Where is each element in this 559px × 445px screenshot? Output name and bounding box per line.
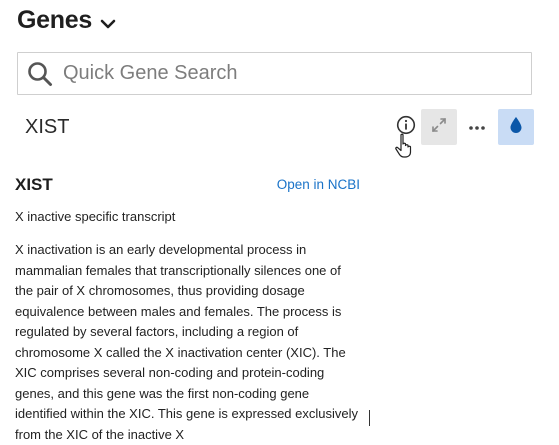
selected-gene-label: XIST: [25, 116, 70, 138]
more-horizontal-icon: [468, 118, 486, 136]
text-cursor: [369, 410, 370, 426]
more-options-button[interactable]: [459, 109, 495, 145]
page-title: Genes: [17, 6, 92, 34]
gene-full-name: X inactive specific transcript: [15, 209, 176, 224]
hand-pointer-icon: [393, 133, 417, 164]
color-theme-button[interactable]: [498, 109, 534, 145]
search-icon: [27, 61, 53, 87]
chevron-down-icon[interactable]: [100, 18, 116, 30]
genes-header[interactable]: Genes: [17, 6, 116, 35]
search-input[interactable]: [61, 61, 505, 86]
gene-detail-panel: XIST Open in NCBI X inactive specific tr…: [0, 160, 368, 442]
gene-description: X inactivation is an early developmental…: [15, 242, 358, 442]
droplet-icon: [509, 116, 523, 139]
gene-detail-title: XIST: [15, 175, 53, 194]
expand-button[interactable]: [421, 109, 457, 145]
search-box[interactable]: [17, 52, 532, 95]
expand-icon: [430, 116, 448, 139]
open-in-ncbi-link[interactable]: Open in NCBI: [277, 177, 360, 192]
